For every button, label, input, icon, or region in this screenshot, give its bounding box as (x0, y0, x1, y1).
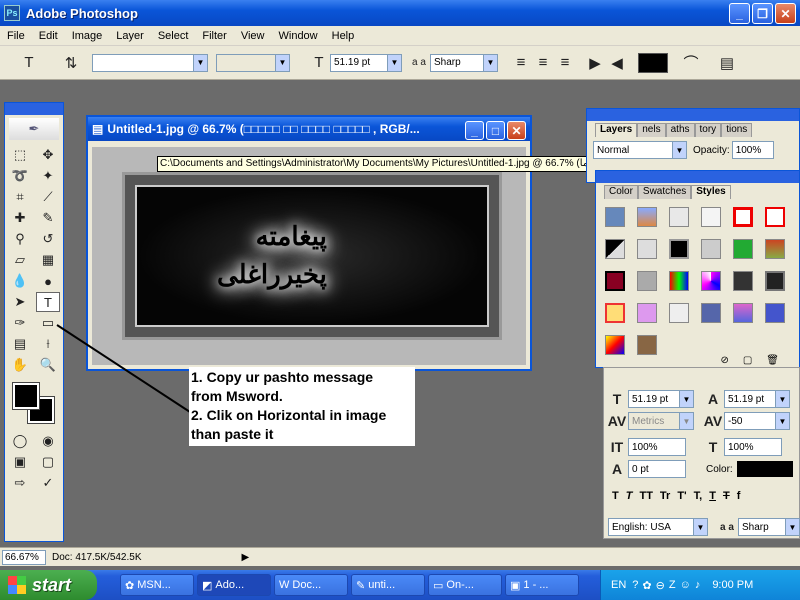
character-color-swatch[interactable] (736, 461, 793, 477)
style-swatch[interactable] (695, 233, 727, 265)
taskbar-item-msn[interactable]: ✿ MSN... (120, 574, 194, 596)
zoom-field[interactable]: 66.67% (2, 549, 46, 565)
ligature-button[interactable]: f (737, 490, 741, 502)
style-swatch[interactable] (695, 265, 727, 297)
horizontal-scale-icon: T (708, 439, 718, 455)
vertical-scale-field[interactable]: 100% (628, 438, 686, 456)
image-icon: ▣ (510, 579, 521, 592)
doc-size: Doc: 417.5K/542.5K (52, 551, 142, 563)
horizontal-scale-field[interactable]: 100% (724, 438, 782, 456)
font-size-field[interactable]: 51.19 pt ▼ (628, 390, 694, 408)
photoshop-icon: ◩ (202, 579, 213, 592)
style-swatch[interactable] (599, 201, 631, 233)
start-button[interactable]: start (0, 570, 97, 600)
faux-italic-button[interactable]: T (626, 490, 633, 502)
msn-tray-icon[interactable]: ✿ (642, 579, 651, 592)
style-swatch[interactable] (599, 233, 631, 265)
new-style-icon[interactable]: ▢ (743, 355, 752, 366)
style-swatch[interactable] (727, 201, 759, 233)
style-swatch[interactable] (631, 329, 663, 361)
tab-swatches[interactable]: Swatches (637, 185, 692, 199)
instruction-note: 1. Copy ur pashto message from Msword. 2… (189, 367, 415, 446)
taskbar: start ✿ MSN... ◩ Ado... W Doc... ✎ unti... ▭… (0, 570, 800, 600)
taskbar-item-online[interactable]: ▭ On-... (428, 574, 502, 596)
windows-logo-icon (8, 576, 26, 594)
msn-icon: ✿ (125, 579, 135, 592)
style-swatch[interactable] (599, 265, 631, 297)
style-swatch[interactable] (631, 265, 663, 297)
blend-mode-select[interactable]: Normal ▼ (593, 141, 687, 159)
tab-styles[interactable]: Styles (691, 185, 731, 199)
trash-icon[interactable]: 🗑 (766, 355, 779, 366)
help-icon[interactable]: ? (632, 579, 638, 591)
tab-history[interactable]: tory (694, 123, 722, 137)
style-swatch[interactable] (663, 233, 695, 265)
style-swatch[interactable] (599, 329, 631, 361)
kerning-field[interactable]: Metrics ▼ (628, 412, 694, 430)
language-indicator[interactable]: EN (611, 579, 626, 591)
styles-grid (599, 201, 791, 361)
system-tray: EN ? ✿ ⊖ Z ☺ ♪ 9:00 PM (600, 570, 800, 600)
faux-bold-button[interactable]: T (612, 490, 619, 502)
opacity-field[interactable]: 100% (731, 141, 774, 159)
font-size-icon: T (612, 391, 622, 407)
style-swatch[interactable] (631, 233, 663, 265)
style-swatch[interactable] (631, 201, 663, 233)
status-bar: 66.67% Doc: 417.5K/542.5K ▶ (0, 547, 800, 566)
tab-channels[interactable]: nels (637, 123, 666, 137)
baseline-shift-field[interactable]: 0 pt (628, 460, 686, 478)
kerning-icon: AV (607, 413, 627, 429)
baseline-shift-icon: A (611, 461, 623, 477)
tab-paths[interactable]: aths (665, 123, 695, 137)
taskbar-item-adobe[interactable]: ◩ Ado... (197, 574, 271, 596)
style-swatch[interactable] (727, 233, 759, 265)
style-swatch[interactable] (663, 297, 695, 329)
styles-panel: Color Swatches Styles ⊘ ▢ 🗑 (595, 170, 800, 368)
style-swatch[interactable] (663, 265, 695, 297)
tab-layers[interactable]: Layers (595, 123, 638, 137)
subscript-button[interactable]: T, (694, 490, 703, 502)
tab-color[interactable]: Color (604, 185, 638, 199)
character-panel: T 51.19 pt ▼ A 51.19 pt ▼ AV Metrics ▼ AV -… (603, 367, 800, 539)
style-swatch[interactable] (759, 201, 791, 233)
style-swatch[interactable] (599, 297, 631, 329)
vertical-scale-icon: IT (610, 439, 624, 455)
status-menu-arrow-icon[interactable]: ▶ (242, 552, 250, 563)
style-swatch[interactable] (631, 297, 663, 329)
style-swatch[interactable] (727, 265, 759, 297)
style-swatch[interactable] (759, 297, 791, 329)
antivirus-icon[interactable]: Z (669, 579, 676, 591)
word-icon: W (279, 579, 290, 591)
style-swatch[interactable] (727, 297, 759, 329)
tracking-icon: AV (703, 413, 723, 429)
window-icon: ▭ (433, 579, 444, 592)
character-antialias-select[interactable]: Sharp ▼ (738, 518, 800, 536)
superscript-button[interactable]: T' (677, 490, 686, 502)
taskbar-item-untitled[interactable]: ✎ unti... (351, 574, 425, 596)
clock: 9:00 PM (712, 579, 754, 591)
all-caps-button[interactable]: TT (639, 490, 652, 502)
antialias-icon: a a (720, 521, 734, 533)
underline-button[interactable]: T (709, 490, 716, 502)
leading-icon: A (707, 391, 719, 407)
tab-actions[interactable]: tions (721, 123, 753, 137)
language-select[interactable]: English: USA ▼ (608, 518, 708, 536)
strikethrough-button[interactable]: T (723, 490, 730, 502)
yahoo-icon[interactable]: ☺ (680, 579, 691, 591)
style-swatch[interactable] (695, 201, 727, 233)
taskbar-item-image[interactable]: ▣ 1 - ... (505, 574, 579, 596)
style-swatch[interactable] (759, 233, 791, 265)
style-swatch[interactable] (663, 201, 695, 233)
paint-icon: ✎ (356, 579, 366, 592)
volume-icon[interactable]: ♪ (695, 579, 701, 591)
style-swatch[interactable] (695, 297, 727, 329)
chevron-down-icon: ▼ (672, 142, 686, 158)
network-icon[interactable]: ⊖ (656, 579, 665, 592)
taskbar-item-doc[interactable]: W Doc... (274, 574, 348, 596)
clear-style-icon[interactable]: ⊘ (720, 355, 728, 366)
small-caps-button[interactable]: Tr (660, 490, 670, 502)
leading-field[interactable]: 51.19 pt ▼ (724, 390, 790, 408)
style-swatch[interactable] (759, 265, 791, 297)
tracking-field[interactable]: -50 ▼ (724, 412, 790, 430)
